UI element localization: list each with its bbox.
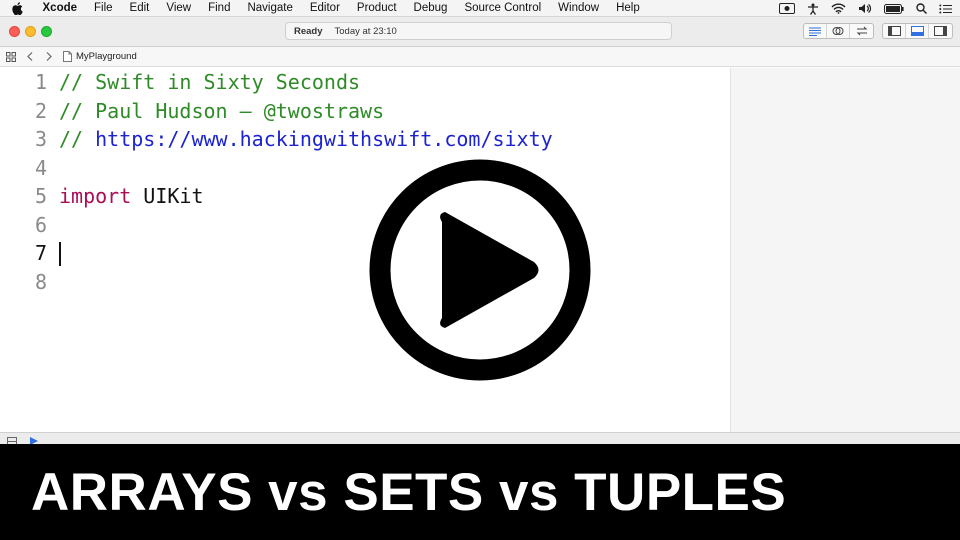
code-comment: // [59,127,96,151]
debug-area-toggle-icon[interactable] [906,24,929,38]
video-title-banner: ARRAYS vs SETS vs TUPLES [0,444,960,540]
battery-icon[interactable] [884,3,904,14]
menu-help[interactable]: Help [608,0,649,17]
zoom-window-button[interactable] [41,26,52,37]
line-number: 4 [34,155,47,180]
minimize-window-button[interactable] [25,26,36,37]
build-timestamp: Today at 23:10 [334,25,397,37]
line-number: 2 [34,98,47,123]
standard-editor-button[interactable] [804,24,827,38]
line-number: 3 [34,127,47,151]
back-arrow-icon[interactable] [22,52,38,61]
breadcrumb-file-name: MyPlayground [76,51,137,62]
code-identifier: UIKit [131,184,204,208]
apple-menu-icon[interactable] [0,1,34,15]
breadcrumb[interactable]: MyPlayground [63,51,137,62]
menu-view[interactable]: View [158,0,200,17]
code-keyword: import [59,184,132,208]
playground-file-icon [63,51,72,62]
line-number: 6 [34,212,47,237]
play-video-icon[interactable] [368,158,592,382]
screen-record-icon[interactable] [779,3,795,14]
navigator-toggle-icon[interactable] [883,24,906,38]
panel-toggle-control [882,23,953,39]
accessibility-icon[interactable] [807,3,819,15]
line-number: 1 [34,70,47,94]
code-line: 2 // Paul Hudson — @twostraws [0,97,384,125]
build-status: Ready [294,25,323,37]
menu-navigate[interactable]: Navigate [239,0,301,17]
code-line: 8 [0,268,47,296]
code-line: 4 [0,154,47,182]
debug-bar [0,432,960,445]
code-editor[interactable]: 1 // Swift in Sixty Seconds 2 // Paul Hu… [0,68,730,432]
close-window-button[interactable] [9,26,20,37]
line-number: 8 [34,269,47,294]
jump-bar: MyPlayground [0,47,960,67]
menu-debug[interactable]: Debug [405,0,456,17]
menu-editor[interactable]: Editor [301,0,348,17]
code-comment: // Paul Hudson — @twostraws [59,98,385,123]
menu-app-xcode[interactable]: Xcode [34,0,86,17]
related-items-icon[interactable] [3,51,19,62]
inspector-toggle-icon[interactable] [929,24,952,38]
menu-product[interactable]: Product [348,0,405,17]
version-editor-button[interactable] [850,24,873,38]
activity-viewer: Ready Today at 23:10 [285,22,672,40]
text-cursor [59,242,61,266]
window-toolbar: Ready Today at 23:10 [0,17,960,47]
video-title: ARRAYS vs SETS vs TUPLES [31,462,787,522]
volume-icon[interactable] [858,3,872,14]
code-url-link[interactable]: https://www.hackingwithswift.com/sixty [95,127,553,151]
forward-arrow-icon[interactable] [41,52,57,61]
menu-file[interactable]: File [86,0,122,17]
code-comment: // Swift in Sixty Seconds [59,70,361,94]
menu-bar: Xcode File Edit View Find Navigate Edito… [0,0,960,17]
spotlight-search-icon[interactable] [916,3,927,14]
menu-find[interactable]: Find [200,0,239,17]
code-line-current: 7 [0,239,47,267]
status-menu-extras [779,0,952,17]
line-number: 7 [34,241,47,265]
line-number: 5 [34,184,47,208]
code-line: 1 // Swift in Sixty Seconds [0,68,360,96]
code-line: 3 // https://www.hackingwithswift.com/si… [0,125,553,153]
code-line: 5 import UIKit [0,182,204,210]
code-line: 6 [0,211,47,239]
menu-window[interactable]: Window [550,0,608,17]
wifi-icon[interactable] [831,3,846,14]
results-sidebar [730,68,960,432]
notification-center-icon[interactable] [939,4,952,14]
menu-edit[interactable]: Edit [121,0,158,17]
editor-mode-control [803,23,874,39]
assistant-editor-button[interactable] [827,24,850,38]
menu-source-control[interactable]: Source Control [456,0,550,17]
